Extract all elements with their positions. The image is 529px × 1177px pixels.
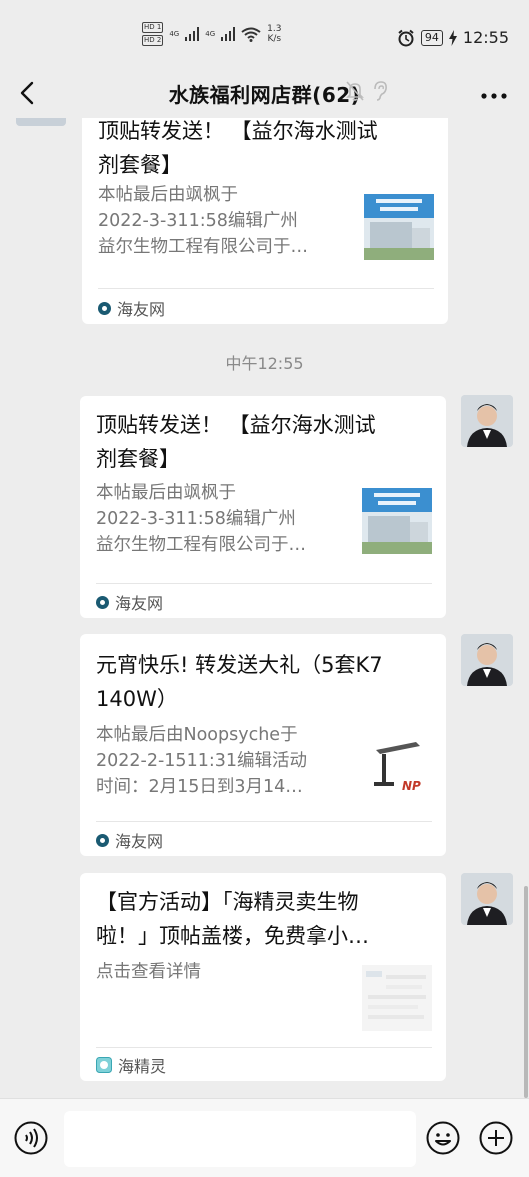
avatar-image: [16, 118, 66, 126]
mute-bell-icon: [346, 81, 364, 101]
source-label: 海友网: [115, 594, 164, 613]
desc-line: 2022-3-311:58编辑广州: [98, 211, 298, 231]
chat-header: 水族福利网店群(62): [0, 70, 529, 116]
source-label: 海友网: [117, 300, 166, 319]
card-source: 海友网: [98, 296, 165, 320]
card-divider: [98, 288, 434, 289]
sender-avatar[interactable]: [461, 634, 513, 686]
message-input[interactable]: [64, 1111, 416, 1167]
desc-line: 2022-3-311:58编辑广州: [96, 509, 296, 529]
source-label: 海精灵: [118, 1057, 167, 1076]
sender-avatar[interactable]: [461, 395, 513, 447]
haiyou-logo-icon: [96, 833, 109, 847]
desc-line: 益尔生物工程有限公司于…: [96, 535, 306, 555]
haijingling-logo-icon: [96, 1057, 112, 1073]
link-card[interactable]: 顶贴转发送！ 【益尔海水测试 剂套餐】 本帖最后由飒枫于 2022-3-311:…: [82, 118, 448, 324]
wifi-icon: [241, 27, 261, 42]
card-divider: [96, 821, 432, 822]
haiyou-logo-icon: [98, 301, 111, 315]
card-title-line: 剂套餐】: [96, 447, 180, 471]
link-card[interactable]: 顶贴转发送！ 【益尔海水测试 剂套餐】 本帖最后由飒枫于 2022-3-311:…: [80, 396, 446, 618]
net2-label: 4G: [205, 30, 216, 38]
title-status-icons: [346, 81, 388, 101]
card-thumbnail: NP: [366, 732, 436, 798]
chat-messages[interactable]: 顶贴转发送！ 【益尔海水测试 剂套餐】 本帖最后由飒枫于 2022-3-311:…: [0, 118, 529, 1098]
avatar-image: [461, 395, 513, 447]
card-title-line: 顶贴转发送！ 【益尔海水测试: [98, 119, 378, 143]
sender-avatar[interactable]: [16, 118, 66, 126]
card-title: 顶贴转发送！ 【益尔海水测试 剂套餐】: [98, 118, 434, 182]
haiyou-logo-icon: [96, 595, 109, 609]
desc-line: 2022-2-1511:31编辑活动: [96, 751, 307, 771]
alarm-icon: [398, 29, 414, 46]
input-bar: [0, 1098, 529, 1177]
hd1-badge: HD 1: [142, 22, 164, 33]
speed-value: 1.3: [267, 24, 282, 34]
signal-group: HD 1 HD 2 4G 4G 1.3 K/s: [142, 22, 281, 46]
card-description: 点击查看详情: [96, 959, 346, 985]
card-title-line: 元宵快乐! 转发送大礼（5套K7: [96, 653, 383, 677]
link-card[interactable]: 【官方活动】「海精灵卖生物 啦！」顶帖盖楼，免费拿小… 点击查看详情 海精灵: [80, 873, 446, 1081]
message-timestamp: 中午12:55: [225, 354, 304, 373]
charging-icon: [448, 29, 457, 46]
card-source: 海精灵: [96, 1053, 166, 1077]
card-description: 本帖最后由飒枫于 2022-3-311:58编辑广州 益尔生物工程有限公司于…: [96, 480, 346, 558]
source-label: 海友网: [115, 832, 164, 851]
desc-line: 点击查看详情: [96, 962, 201, 982]
card-title: 顶贴转发送！ 【益尔海水测试 剂套餐】: [96, 408, 432, 476]
link-card[interactable]: 元宵快乐! 转发送大礼（5套K7 140W） 本帖最后由Noopsyche于 2…: [80, 634, 446, 856]
desc-line: 本帖最后由飒枫于: [98, 185, 238, 205]
desc-line: 益尔生物工程有限公司于…: [98, 237, 308, 257]
card-thumbnail: [364, 194, 434, 260]
status-bar: HD 1 HD 2 4G 4G 1.3 K/s 94 12:55: [0, 0, 529, 70]
voice-icon: [14, 1121, 48, 1155]
scrollbar[interactable]: [524, 886, 528, 1098]
signal-icon: [185, 27, 200, 41]
avatar-image: [461, 634, 513, 686]
emoji-button[interactable]: [426, 1121, 460, 1155]
more-dots-icon: [481, 93, 507, 99]
avatar-image: [461, 873, 513, 925]
desc-line: 本帖最后由Noopsyche于: [96, 725, 298, 745]
card-description: 本帖最后由Noopsyche于 2022-2-1511:31编辑活动 时间：2月…: [96, 722, 346, 800]
chat-title: 水族福利网店群(62): [168, 83, 361, 107]
card-thumbnail: [362, 488, 432, 554]
battery-level: 94: [420, 29, 443, 46]
card-source: 海友网: [96, 828, 163, 852]
net1-label: 4G: [169, 30, 180, 38]
card-title: 元宵快乐! 转发送大礼（5套K7 140W）: [96, 648, 432, 716]
card-title-line: 顶贴转发送！ 【益尔海水测试: [96, 413, 376, 437]
card-description: 本帖最后由飒枫于 2022-3-311:58编辑广州 益尔生物工程有限公司于…: [98, 182, 348, 260]
card-title: 【官方活动】「海精灵卖生物 啦！」顶帖盖楼，免费拿小…: [96, 885, 432, 953]
more-functions-button[interactable]: [479, 1121, 513, 1155]
card-title-line: 【官方活动】「海精灵卖生物: [96, 890, 359, 914]
card-divider: [96, 1047, 432, 1048]
ear-icon: [374, 81, 387, 101]
svg-text:NP: NP: [402, 779, 421, 793]
clock: 12:55: [462, 28, 509, 47]
more-options-button[interactable]: [481, 80, 507, 105]
sender-avatar[interactable]: [461, 873, 513, 925]
desc-line: 本帖最后由飒枫于: [96, 483, 236, 503]
card-thumbnail: [362, 965, 432, 1031]
card-source: 海友网: [96, 590, 163, 614]
card-title-line: 140W）: [96, 687, 178, 711]
voice-button[interactable]: [14, 1121, 48, 1155]
desc-line: 时间：2月15日到3月14…: [96, 777, 303, 797]
card-title-line: 剂套餐】: [98, 153, 182, 177]
status-right: 94 12:55: [397, 28, 509, 47]
card-title-line: 啦！」顶帖盖楼，免费拿小…: [96, 924, 369, 948]
plus-icon: [479, 1121, 513, 1155]
emoji-icon: [426, 1121, 460, 1155]
hd2-badge: HD 2: [142, 35, 164, 46]
signal-icon: [221, 27, 236, 41]
speed-unit: K/s: [267, 34, 282, 44]
card-divider: [96, 583, 432, 584]
